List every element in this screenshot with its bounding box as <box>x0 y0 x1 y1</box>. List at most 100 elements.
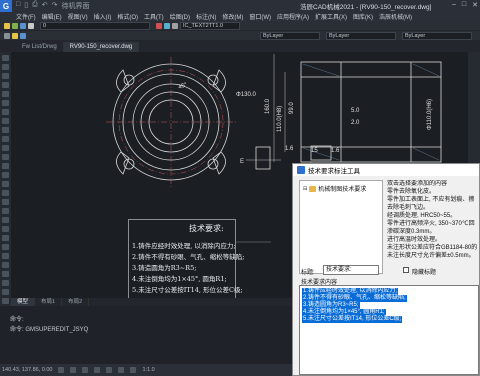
array-tool-icon[interactable] <box>2 271 9 277</box>
ellipse-tool-icon[interactable] <box>2 118 9 124</box>
menu-dimension[interactable]: 标注(N) <box>196 12 216 21</box>
text-tool-icon[interactable] <box>2 145 9 151</box>
menu-mechanical[interactable]: 浩辰机械(M) <box>379 12 412 21</box>
spline-tool-icon[interactable] <box>2 109 9 115</box>
list-item[interactable]: 零件进行高频淬火, 350~370℃回 <box>387 220 479 228</box>
menu-apps[interactable]: 应用程序(A) <box>277 12 309 21</box>
extend-tool-icon[interactable] <box>2 226 9 232</box>
fillet-tool-icon[interactable] <box>2 235 9 241</box>
menu-file[interactable]: 文件(F) <box>16 12 36 21</box>
explode-tool-icon[interactable] <box>2 253 9 259</box>
tab-layout2[interactable]: 布局2 <box>62 298 90 306</box>
menu-express[interactable]: 扩展工具(X) <box>315 12 347 21</box>
chamfer-tool-icon[interactable] <box>2 244 9 250</box>
line-tool-icon[interactable] <box>2 55 9 61</box>
menu-insert[interactable]: 插入(I) <box>94 12 112 21</box>
color-combo[interactable]: ByLayer <box>260 32 320 40</box>
menu-draw[interactable]: 绘图(D) <box>170 12 190 21</box>
snap-icon[interactable] <box>58 367 65 373</box>
command-window[interactable]: 命令: 命令: GMSUPEREDIT_JSYQ <box>0 306 292 364</box>
menu-modify[interactable]: 修改(M) <box>222 12 243 21</box>
join-tool-icon[interactable] <box>2 298 9 304</box>
print-icon[interactable]: ⎙ <box>32 1 38 11</box>
tab-model[interactable]: 模型 <box>11 298 36 306</box>
trim-tool-icon[interactable] <box>2 217 9 223</box>
match-layer-icon[interactable] <box>20 23 26 29</box>
move-tool-icon[interactable] <box>2 163 9 169</box>
layer-lock-icon[interactable] <box>20 33 26 39</box>
menu-format[interactable]: 格式(O) <box>117 12 138 21</box>
layer-on-icon[interactable] <box>4 33 10 39</box>
rotate-tool-icon[interactable] <box>2 181 9 187</box>
annotation-scale[interactable]: 1:1.0 <box>142 367 154 373</box>
menu-tools[interactable]: 工具(T) <box>144 12 164 21</box>
list-item[interactable]: 未注形状公差应符合GB1184-80的 <box>387 244 479 252</box>
match-prop-icon[interactable] <box>164 23 170 29</box>
lineweight-combo[interactable]: ByLayer <box>402 32 472 40</box>
requirement-list[interactable]: 双击选择要添加的内容 零件去除氧化皮。 零件加工表面上, 不应有划痕、擦 去除毛… <box>387 180 479 274</box>
erase-tool-icon[interactable] <box>2 262 9 268</box>
grid-icon[interactable] <box>70 367 77 373</box>
block-tool-icon[interactable] <box>2 136 9 142</box>
menu-library[interactable]: 图库(K) <box>353 12 373 21</box>
tab-start[interactable]: Fw List/Drwg <box>16 42 64 52</box>
app-logo[interactable]: G <box>0 0 12 12</box>
list-item[interactable]: 零件去除氧化皮。 <box>387 188 479 196</box>
layer-combo[interactable]: 0 <box>40 22 150 30</box>
break-tool-icon[interactable] <box>2 289 9 295</box>
layer-prev-icon[interactable] <box>28 23 34 29</box>
polygon-tool-icon[interactable] <box>2 100 9 106</box>
content-textarea[interactable]: 1.铸件应经时效处理, 以消除内应力; 2.铸件不得有砂眼、气孔、缩松等缺陷; … <box>299 285 479 375</box>
menu-window[interactable]: 窗口(W) <box>249 12 271 21</box>
technical-notes-block[interactable]: 技术要求: 1.铸件应经时效处理, 以消除内应力; 2.铸件不得有砂眼、气孔、缩… <box>128 219 244 298</box>
menu-edit[interactable]: 编辑(E) <box>42 12 62 21</box>
dialog-title-bar[interactable]: 技术要求标注工具 <box>293 164 479 176</box>
title-input[interactable]: 技术要求: <box>323 265 379 275</box>
text-style-combo[interactable]: IC_TEXT2TT1.0 <box>180 22 240 30</box>
properties-icon[interactable] <box>156 23 162 29</box>
lineweight-icon[interactable] <box>130 367 137 373</box>
osnap-icon[interactable] <box>106 367 113 373</box>
text-style-icon[interactable] <box>172 23 178 29</box>
polyline-tool-icon[interactable] <box>2 64 9 70</box>
tab-drawing[interactable]: RV90-150_recover.dwg <box>63 42 140 52</box>
undo-icon[interactable]: ↶ <box>42 1 48 11</box>
new-file-icon[interactable]: □ <box>16 1 20 11</box>
expand-icon[interactable]: ⊟ <box>303 186 307 192</box>
list-item[interactable]: 去除毛刺飞边。 <box>387 204 479 212</box>
offset-tool-icon[interactable] <box>2 208 9 214</box>
polar-icon[interactable] <box>94 367 101 373</box>
hide-title-checkbox[interactable] <box>403 267 409 273</box>
stretch-tool-icon[interactable] <box>2 280 9 286</box>
circle-tool-icon[interactable] <box>2 73 9 79</box>
copy-tool-icon[interactable] <box>2 172 9 178</box>
list-item[interactable]: 零件加工表面上, 不应有划痕、擦 <box>387 196 479 204</box>
list-item[interactable]: 渗碳深度0.3mm。 <box>387 228 479 236</box>
linetype-combo[interactable]: ByLayer <box>326 32 396 40</box>
otrack-icon[interactable] <box>118 367 125 373</box>
arc-tool-icon[interactable] <box>2 82 9 88</box>
list-item[interactable]: 经调质处理, HRC50~55。 <box>387 212 479 220</box>
maximize-icon[interactable]: □ <box>462 1 466 9</box>
category-tree[interactable]: ⊟ 机械制图技术要求 <box>299 180 383 274</box>
list-item[interactable]: 进行高温时效处理。 <box>387 236 479 244</box>
scale-tool-icon[interactable] <box>2 190 9 196</box>
content-line: 4.未注倒角均为1×45°, 圆角R1; <box>302 309 386 316</box>
workspace-selector[interactable]: 待机界面 <box>61 1 89 11</box>
hatch-tool-icon[interactable] <box>2 127 9 133</box>
close-icon[interactable]: ✕ <box>472 1 478 9</box>
table-tool-icon[interactable] <box>2 154 9 160</box>
rectangle-tool-icon[interactable] <box>2 91 9 97</box>
open-file-icon[interactable]: ▯ <box>24 1 28 11</box>
menu-view[interactable]: 视图(V) <box>68 12 88 21</box>
layer-manager-icon[interactable] <box>4 23 10 29</box>
ortho-icon[interactable] <box>82 367 89 373</box>
tree-item-mechanical[interactable]: ⊟ 机械制图技术要求 <box>303 184 366 193</box>
tab-layout1[interactable]: 布局1 <box>35 298 63 306</box>
layer-state-icon[interactable] <box>12 23 18 29</box>
mirror-tool-icon[interactable] <box>2 199 9 205</box>
list-item[interactable]: 未注长度尺寸允许偏差±0.5mm。 <box>387 252 479 260</box>
layer-freeze-icon[interactable] <box>12 33 18 39</box>
minimize-icon[interactable]: – <box>452 1 456 9</box>
redo-icon[interactable]: ↷ <box>52 1 58 11</box>
